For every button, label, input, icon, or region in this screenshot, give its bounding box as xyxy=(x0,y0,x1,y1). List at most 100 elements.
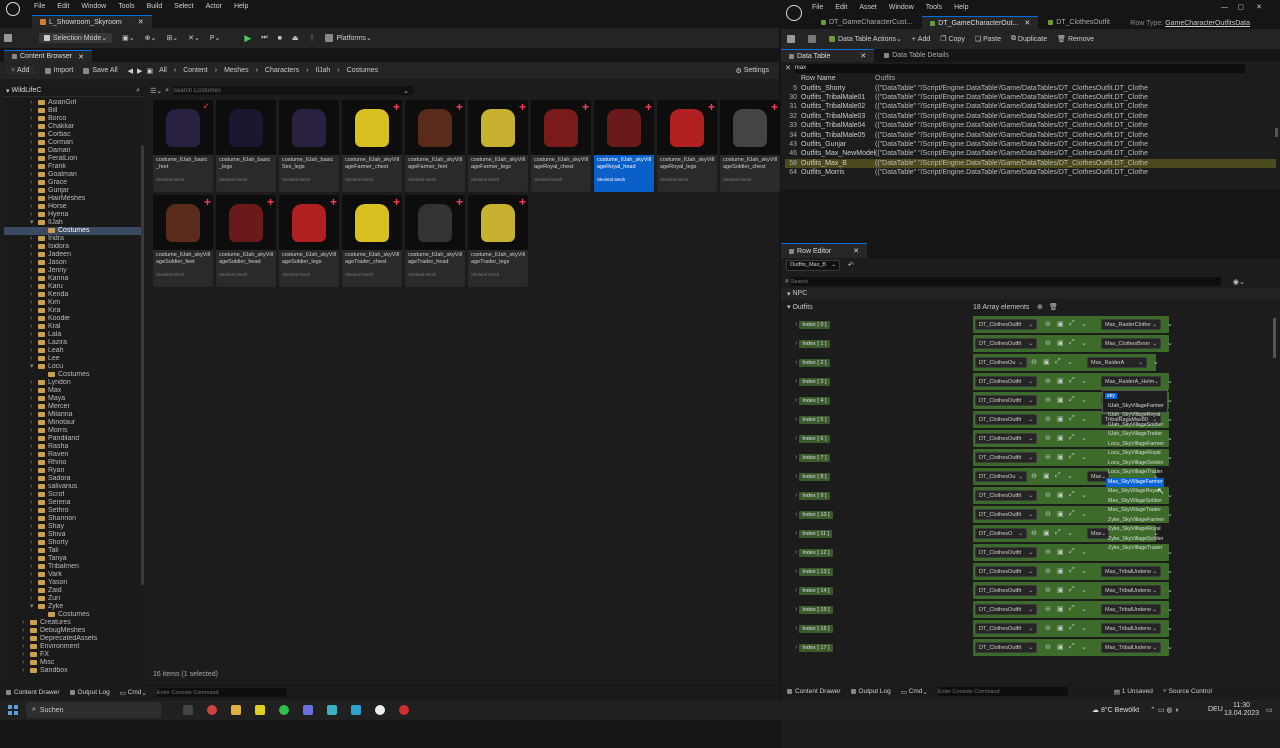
tree-folder[interactable]: › Damari xyxy=(4,147,144,155)
tree-folder[interactable]: Costumes xyxy=(4,371,144,379)
breadcrumb-item[interactable]: Meshes xyxy=(224,67,249,74)
platforms-button[interactable]: Platforms ⌄ xyxy=(325,34,372,42)
tree-folder[interactable]: › Minotaur xyxy=(4,419,144,427)
tree-folder[interactable]: › Jadeen xyxy=(4,251,144,259)
weather-widget[interactable]: ☁ 8°C Bewölkt xyxy=(1092,706,1139,714)
chevron-down-icon[interactable]: ⌄ xyxy=(1081,415,1087,423)
chevron-down-icon[interactable]: ⌄ xyxy=(1081,624,1087,632)
clear-filter-icon[interactable]: ✕ xyxy=(785,64,795,72)
expand-icon[interactable]: › xyxy=(795,644,797,651)
row-name-combo[interactable]: Max_TribalUnderw ⌄ xyxy=(1101,642,1161,653)
tree-folder[interactable]: › Grace xyxy=(4,179,144,187)
console-input[interactable] xyxy=(937,687,1068,696)
pick-icon[interactable]: ⤢ xyxy=(1069,339,1075,347)
menu-window[interactable]: Window xyxy=(889,4,914,11)
tree-folder[interactable]: › DebugMeshes xyxy=(4,627,144,635)
expand-icon[interactable]: › xyxy=(795,378,797,385)
find-icon[interactable]: ▣ xyxy=(1057,491,1064,499)
expand-icon[interactable]: › xyxy=(30,163,38,171)
browse-icon[interactable] xyxy=(808,35,819,43)
menu-file[interactable]: File xyxy=(34,3,45,10)
asset-tile[interactable]: + costume_IlJah_skyVillageFarmer_chest Ske… xyxy=(342,100,402,192)
tree-folder[interactable]: Costumes xyxy=(4,611,144,619)
expand-icon[interactable]: › xyxy=(30,315,38,323)
expand-icon[interactable]: › xyxy=(30,443,38,451)
expand-icon[interactable]: › xyxy=(30,467,38,475)
expand-icon[interactable]: › xyxy=(795,625,797,632)
expand-icon[interactable]: › xyxy=(30,235,38,243)
chevron-down-icon[interactable]: ⌄ xyxy=(1167,377,1173,385)
datatable-combo[interactable]: DT_ClothesOutfit ⌄ xyxy=(975,642,1037,653)
asset-tile[interactable]: + costume_IlJah_skyVillageSoldier_feet Ske… xyxy=(153,195,213,287)
browse-icon[interactable]: ⊖ xyxy=(1045,548,1051,556)
chevron-down-icon[interactable]: ⌄ xyxy=(1167,586,1173,594)
tray-icons[interactable]: ⌃ ▭ ◍ ◑ xyxy=(1150,706,1179,714)
asset-tile[interactable]: + costume_IlJah_skyVillageSoldier_legs Ske… xyxy=(279,195,339,287)
expand-icon[interactable]: › xyxy=(22,643,30,651)
find-icon[interactable]: ▣ xyxy=(1043,358,1050,366)
collapse-icon[interactable]: ▾ xyxy=(30,603,38,611)
expand-icon[interactable]: › xyxy=(30,451,38,459)
clock[interactable]: 11:30 13.04.2023 xyxy=(1224,702,1259,718)
tree-folder[interactable]: Costumes xyxy=(4,227,144,235)
row-name-combo[interactable]: Max_RaiderClothe ⌄ xyxy=(1101,319,1161,330)
tree-folder[interactable]: › Jenny xyxy=(4,267,144,275)
chevron-down-icon[interactable]: ⌄ xyxy=(1167,624,1173,632)
table-row[interactable]: 32 Outfits_TribalMale03 (("DataTable" "/Sc… xyxy=(785,112,1276,121)
expand-icon[interactable]: › xyxy=(795,492,797,499)
expand-icon[interactable]: › xyxy=(795,606,797,613)
row-name-combo[interactable]: Max_RaiderA ⌄ xyxy=(1087,357,1147,368)
add-actor-icon[interactable]: ▣⌄ xyxy=(122,34,134,42)
table-row[interactable]: 5 Outfits_Shorty (("DataTable" "/Script/En… xyxy=(785,83,1276,92)
add-row-button[interactable]: + Add xyxy=(912,36,931,43)
content-browser-tab[interactable]: Content Browser ✕ xyxy=(4,50,93,62)
chevron-down-icon[interactable]: ⌄ xyxy=(1167,339,1173,347)
table-row[interactable]: 43 Outfits_Gunjar (("DataTable" "/Script/E… xyxy=(785,140,1276,149)
pick-icon[interactable]: ⤢ xyxy=(1069,396,1075,404)
save-all-button[interactable]: Save All xyxy=(83,67,118,74)
datatable-combo[interactable]: DT_ClothesOutfit ⌄ xyxy=(975,490,1037,501)
browse-icon[interactable]: ⊖ xyxy=(1045,453,1051,461)
unreal-engine-icon[interactable] xyxy=(375,705,385,715)
blueprint-icon[interactable]: ⊕⌄ xyxy=(145,34,157,42)
discord-icon[interactable] xyxy=(303,705,313,715)
expand-icon[interactable]: › xyxy=(30,435,38,443)
expand-icon[interactable]: › xyxy=(30,307,38,315)
row-name-combo[interactable]: Max_RaiderA_Helm ⌄ xyxy=(1101,376,1161,387)
expand-icon[interactable]: › xyxy=(30,355,38,363)
menu-asset[interactable]: Asset xyxy=(859,4,877,11)
step-icon[interactable]: ⏭ xyxy=(261,34,267,42)
expand-icon[interactable]: › xyxy=(30,323,38,331)
chevron-down-icon[interactable]: ⌄ xyxy=(1167,567,1173,575)
dropdown-option[interactable]: Zyke_SkyVillageFarmer xyxy=(1106,516,1164,526)
datatable-combo[interactable]: DT_ClothesOutfit ⌄ xyxy=(975,319,1037,330)
settings-button[interactable]: ⚙ Settings xyxy=(735,67,769,75)
cmd-button[interactable]: ▭ Cmd ⌄ xyxy=(120,689,147,697)
expand-icon[interactable]: › xyxy=(30,515,38,523)
close-icon[interactable]: ✕ xyxy=(78,53,84,61)
find-icon[interactable]: ▣ xyxy=(1057,377,1064,385)
chevron-down-icon[interactable]: ⌄ xyxy=(1067,358,1073,366)
chevron-down-icon[interactable]: ⌄ xyxy=(1167,643,1173,651)
find-icon[interactable]: ▣ xyxy=(1057,320,1064,328)
expand-icon[interactable]: › xyxy=(30,427,38,435)
menu-help[interactable]: Help xyxy=(234,3,248,10)
collapse-icon[interactable]: ▾ xyxy=(30,219,38,227)
tree-folder[interactable]: › Koodie xyxy=(4,315,144,323)
tree-folder[interactable]: › Maya xyxy=(4,395,144,403)
browse-icon[interactable]: ⊖ xyxy=(1045,339,1051,347)
dropdown-option[interactable]: Max_SkyVillageTrader xyxy=(1106,506,1164,516)
console-input[interactable] xyxy=(156,688,287,697)
expand-icon[interactable]: › xyxy=(30,459,38,467)
find-icon[interactable]: ▣ xyxy=(1057,396,1064,404)
expand-icon[interactable]: › xyxy=(30,555,38,563)
expand-icon[interactable]: › xyxy=(795,530,797,537)
duplicate-button[interactable]: ⧉ Duplicate xyxy=(1011,35,1047,43)
play-options-icon[interactable]: ⋮ xyxy=(308,34,315,42)
pick-icon[interactable]: ⤢ xyxy=(1069,377,1075,385)
output-log-button[interactable]: Output Log xyxy=(850,688,891,695)
expand-icon[interactable]: › xyxy=(30,411,38,419)
chevron-down-icon[interactable]: ⌄ xyxy=(1167,605,1173,613)
row-name-combo[interactable]: Max_TribalUnderw ⌄ xyxy=(1101,585,1161,596)
chevron-down-icon[interactable]: ⌄ xyxy=(1081,605,1087,613)
